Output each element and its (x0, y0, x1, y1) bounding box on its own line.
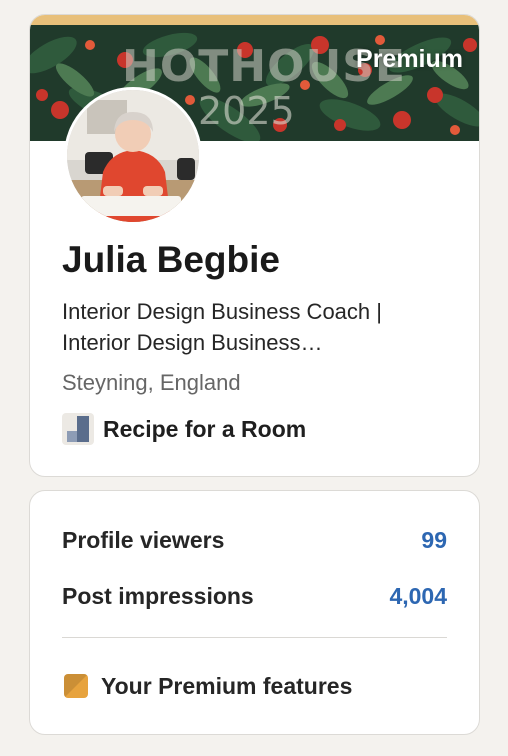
profile-viewers-value: 99 (421, 526, 447, 553)
company-logo-icon (62, 413, 94, 445)
current-company[interactable]: Recipe for a Room (62, 412, 306, 446)
avatar[interactable] (64, 87, 202, 225)
banner-year-text: 2025 (198, 89, 295, 133)
premium-strip (30, 15, 479, 25)
premium-features-label: Your Premium features (101, 672, 353, 699)
post-impressions-label: Post impressions (62, 582, 254, 609)
analytics-card: Profile viewers 99 Post impressions 4,00… (29, 490, 480, 735)
divider (62, 637, 447, 638)
profile-headline: Interior Design Business Coach | Interio… (62, 296, 452, 358)
company-name: Recipe for a Room (103, 415, 307, 442)
post-impressions-value: 4,004 (389, 582, 447, 609)
profile-name[interactable]: Julia Begbie (62, 239, 280, 281)
profile-location: Steyning, England (62, 370, 241, 395)
headline-line-2: Interior Design Business… (62, 330, 323, 355)
premium-features-link[interactable]: Your Premium features (64, 671, 352, 701)
avatar-photo (67, 90, 199, 222)
premium-badge-icon (64, 674, 88, 698)
profile-viewers-label: Profile viewers (62, 526, 225, 553)
post-impressions-row[interactable]: Post impressions 4,004 (62, 581, 447, 611)
premium-label: Premium (356, 45, 463, 73)
profile-card: HOTHOUSE 2025 Premium Julia Begbie Inter… (29, 14, 480, 477)
headline-line-1: Interior Design Business Coach | (62, 299, 382, 324)
profile-viewers-row[interactable]: Profile viewers 99 (62, 525, 447, 555)
